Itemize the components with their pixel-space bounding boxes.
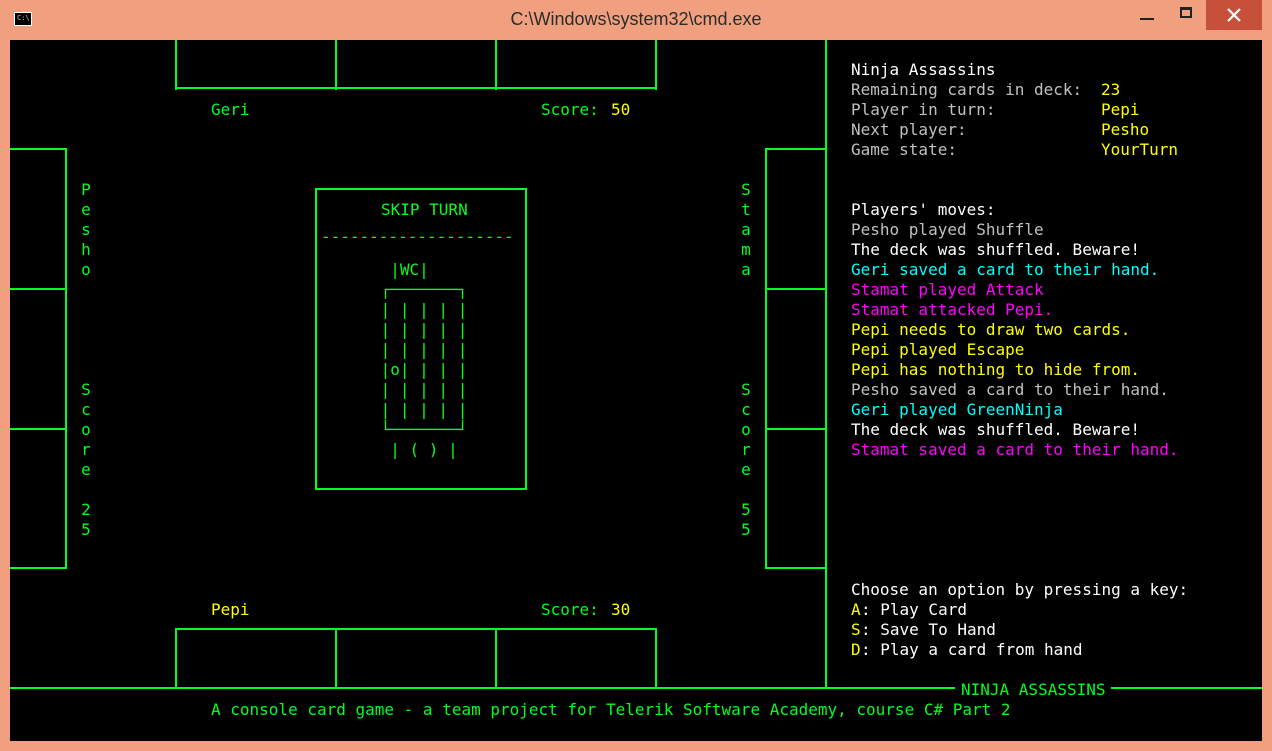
move-line: Pepi played Escape	[851, 340, 1025, 359]
card-art-line: |o| | | |	[371, 360, 468, 379]
board-info-divider	[825, 40, 827, 688]
footer-tagline: A console card game - a team project for…	[211, 700, 1011, 719]
card-art-line: | | | | |	[371, 380, 468, 399]
move-line: Stamat attacked Pepi.	[851, 300, 1054, 319]
card-title: SKIP TURN	[381, 200, 468, 219]
move-line: The deck was shuffled. Beware!	[851, 240, 1140, 259]
console-area: Geri Score: 50 Pesho Score 25 Stama Scor…	[10, 40, 1262, 741]
left-player-name: Pesho	[81, 180, 91, 279]
card-art-line: | | | | |	[371, 340, 468, 359]
option-label: : Play Card	[861, 600, 967, 619]
close-icon	[1227, 8, 1241, 22]
footer-rule-left	[10, 687, 955, 689]
right-player-score-label: Score	[741, 380, 751, 479]
move-line: Geri saved a card to their hand.	[851, 260, 1160, 279]
window-titlebar[interactable]: C:\. C:\Windows\system32\cmd.exe	[0, 0, 1272, 40]
card-art-line: | | | | |	[371, 300, 468, 319]
card-art-line: └───────┘	[371, 420, 468, 439]
right-player-score: 55	[741, 500, 751, 539]
options-prompt: Choose an option by pressing a key:	[851, 580, 1189, 599]
footer-banner: NINJA ASSASSINS	[961, 680, 1106, 700]
footer-rule-right	[1111, 687, 1262, 689]
move-line: Pepi has nothing to hide from.	[851, 360, 1140, 379]
move-line: Pesho played Shuffle	[851, 220, 1044, 239]
moves-heading: Players' moves:	[851, 200, 996, 219]
top-player-score-label: Score:	[541, 100, 599, 119]
option-key: A	[851, 600, 861, 619]
move-line: Pesho saved a card to their hand.	[851, 380, 1169, 399]
move-line: Pepi needs to draw two cards.	[851, 320, 1131, 339]
turn-value: Pepi	[1101, 100, 1140, 119]
card-divider: --------------------	[321, 227, 514, 246]
left-player-score: 25	[81, 500, 91, 539]
bottom-player-name: Pepi	[211, 600, 250, 619]
window-title: C:\Windows\system32\cmd.exe	[510, 9, 762, 29]
card-art-line: ┌───────┐	[371, 280, 468, 299]
turn-label: Player in turn:	[851, 100, 996, 119]
close-button[interactable]	[1206, 0, 1262, 30]
bottom-player-score: 30	[611, 600, 631, 619]
move-line: Stamat played Attack	[851, 280, 1044, 299]
card-art-line: |WC|	[371, 260, 429, 279]
next-label: Next player:	[851, 120, 967, 139]
next-value: Pesho	[1101, 120, 1150, 139]
card-art-line: | | | | |	[371, 400, 468, 419]
top-player-score: 50	[611, 100, 631, 119]
right-player-name: Stama	[741, 180, 751, 279]
bottom-player-score-label: Score:	[541, 600, 599, 619]
move-line: The deck was shuffled. Beware!	[851, 420, 1140, 439]
state-value: YourTurn	[1101, 140, 1179, 159]
remaining-value: 23	[1101, 80, 1121, 99]
option-label: : Play a card from hand	[861, 640, 1083, 659]
state-label: Game state:	[851, 140, 957, 159]
top-player-name: Geri	[211, 100, 250, 119]
remaining-label: Remaining cards in deck:	[851, 80, 1083, 99]
card-art-line: | ( ) |	[371, 440, 458, 459]
option-key: D	[851, 640, 861, 659]
left-player-score-label: Score	[81, 380, 91, 479]
game-title: Ninja Assassins	[851, 60, 996, 79]
card-art-line: | | | | |	[371, 320, 468, 339]
option-label: : Save To Hand	[861, 620, 996, 639]
move-line: Stamat saved a card to their hand.	[851, 440, 1179, 459]
move-line: Geri played GreenNinja	[851, 400, 1063, 419]
maximize-button[interactable]	[1164, 0, 1210, 30]
option-key: S	[851, 620, 861, 639]
